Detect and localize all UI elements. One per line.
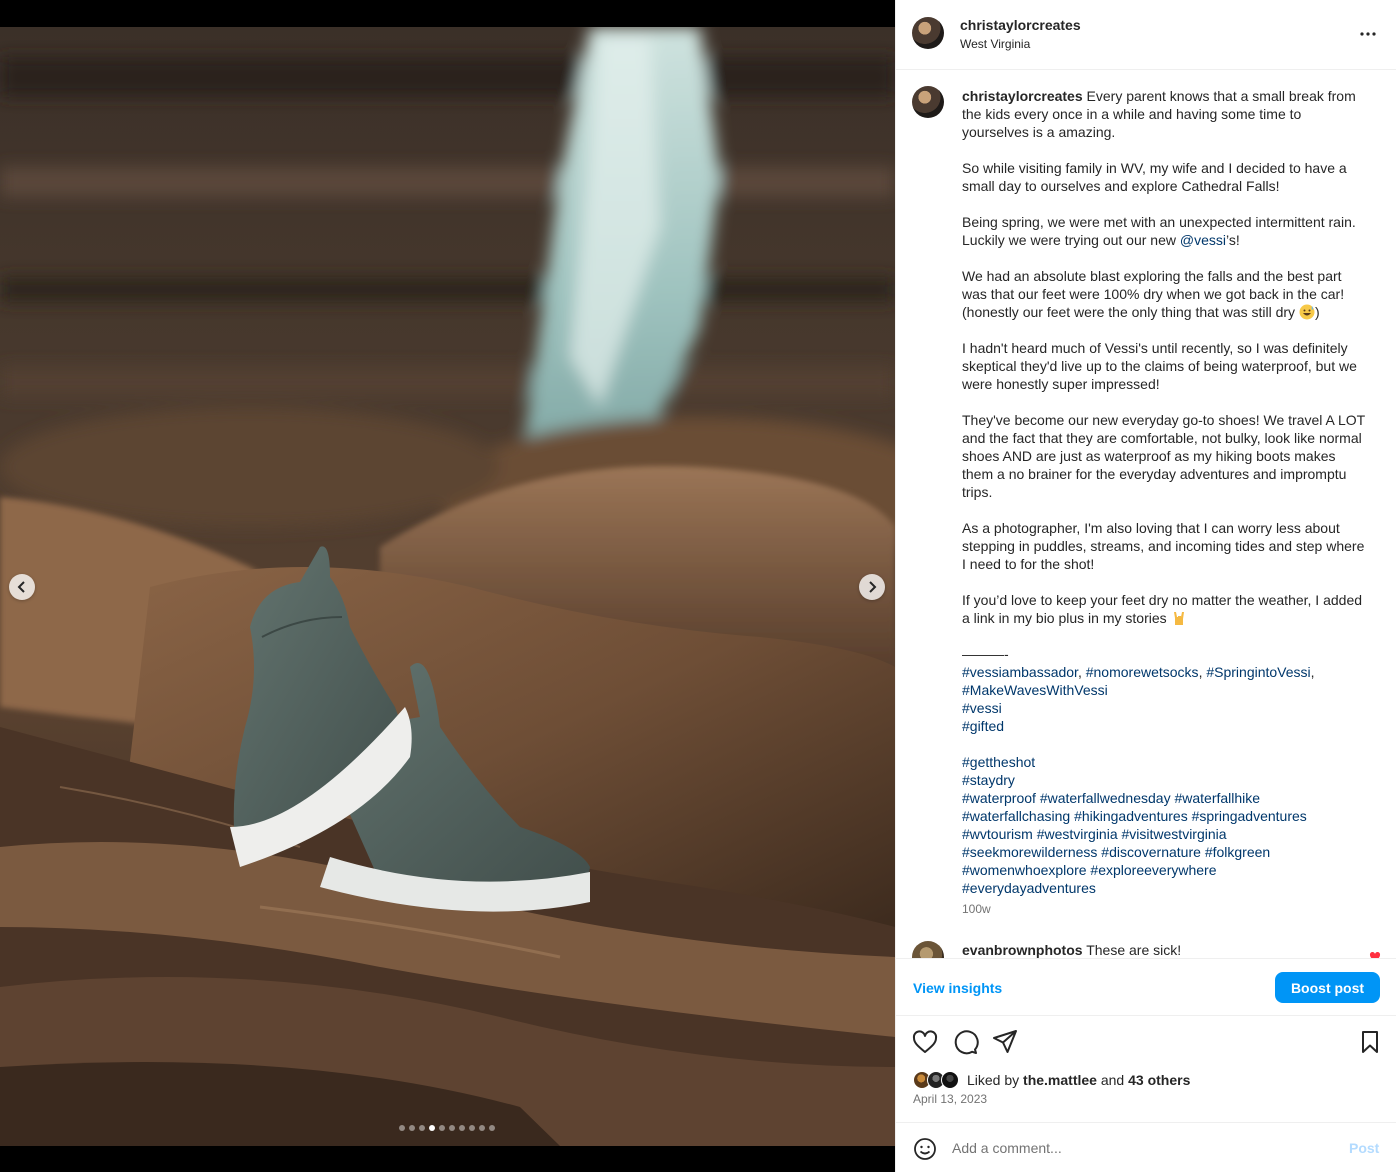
view-insights-link[interactable]: View insights xyxy=(913,980,1002,996)
add-comment-bar: Post xyxy=(896,1122,1396,1172)
carousel-dot xyxy=(469,1125,475,1131)
carousel-dot xyxy=(489,1125,495,1131)
post-username[interactable]: christaylorcreates xyxy=(960,17,1081,33)
post-comment-button[interactable]: Post xyxy=(1349,1140,1379,1156)
grinning-sweat-emoji-icon xyxy=(1299,304,1315,320)
likes-text: Liked by the.mattlee and 43 others xyxy=(967,1072,1190,1088)
liker-username[interactable]: the.mattlee xyxy=(1023,1072,1097,1088)
hashtag-link[interactable]: #hikingadventures xyxy=(1074,808,1188,824)
more-options-button[interactable] xyxy=(1355,22,1381,46)
likes-summary: Liked by the.mattlee and 43 others xyxy=(913,1071,1383,1089)
hashtag-link[interactable]: #exploreeverywhere xyxy=(1090,862,1216,878)
hashtag-link[interactable]: #springadventures xyxy=(1192,808,1307,824)
carousel-dots xyxy=(399,1125,495,1131)
carousel-dot xyxy=(449,1125,455,1131)
post-actions xyxy=(896,1028,1396,1058)
carousel-next-button[interactable] xyxy=(859,574,885,600)
hashtag-link[interactable]: #gettheshot xyxy=(962,754,1035,770)
carousel-dot xyxy=(419,1125,425,1131)
post-date[interactable]: April 13, 2023 xyxy=(913,1092,987,1106)
comment-input[interactable] xyxy=(952,1136,1332,1160)
emoji-face-icon[interactable] xyxy=(913,1137,937,1161)
caption-text: Every parent knows that a small break fr… xyxy=(962,88,1365,896)
post-side-panel: christaylorcreates West Virginia christa… xyxy=(895,0,1396,1172)
hashtag-link[interactable]: #SpringintoVessi xyxy=(1206,664,1310,680)
carousel-dot xyxy=(479,1125,485,1131)
chevron-right-icon xyxy=(869,581,877,593)
hashtag-link[interactable]: #folkgreen xyxy=(1205,844,1270,860)
hashtag-link[interactable]: #visitwestvirginia xyxy=(1122,826,1227,842)
liker-avatar xyxy=(941,1071,959,1089)
carousel-dot xyxy=(409,1125,415,1131)
hashtag-link[interactable]: #staydry xyxy=(962,772,1015,788)
rock-on-emoji-icon xyxy=(1171,610,1187,626)
hashtag-link[interactable]: #vessi xyxy=(962,700,1002,716)
comment-heart-icon[interactable] xyxy=(1369,951,1381,958)
hashtag-link[interactable]: #gifted xyxy=(962,718,1004,734)
carousel-prev-button[interactable] xyxy=(9,574,35,600)
comment-button[interactable] xyxy=(951,1028,979,1056)
post-location[interactable]: West Virginia xyxy=(960,37,1030,51)
heart-icon xyxy=(912,1030,938,1053)
comment-username[interactable]: evanbrownphotos xyxy=(962,942,1083,958)
hashtag-link[interactable]: #waterfallhike xyxy=(1174,790,1260,806)
caption-avatar[interactable] xyxy=(912,86,944,118)
share-plane-icon xyxy=(993,1030,1017,1053)
carousel-dot xyxy=(399,1125,405,1131)
comment-bubble-icon xyxy=(954,1030,979,1055)
hashtag-link[interactable]: #womenwhoexplore xyxy=(962,862,1087,878)
post-photo xyxy=(0,27,895,1146)
carousel-dot xyxy=(429,1125,435,1131)
hashtag-link[interactable]: #wvtourism xyxy=(962,826,1033,842)
media-panel xyxy=(0,0,895,1172)
carousel-dot xyxy=(439,1125,445,1131)
post-caption: christaylorcreates Every parent knows th… xyxy=(962,87,1368,897)
carousel-dot xyxy=(459,1125,465,1131)
likes-prefix: Liked by xyxy=(967,1072,1024,1088)
comment: evanbrownphotos These are sick! xyxy=(962,942,1181,958)
like-button[interactable] xyxy=(911,1028,939,1056)
insights-bar: View insights Boost post xyxy=(896,958,1396,1016)
share-button[interactable] xyxy=(991,1028,1019,1056)
comments-area[interactable]: christaylorcreates Every parent knows th… xyxy=(896,71,1396,958)
hashtag-link[interactable]: #everydayadventures xyxy=(962,880,1096,896)
more-options-icon xyxy=(1360,32,1376,36)
hashtag-link[interactable]: #westvirginia xyxy=(1037,826,1118,842)
mention-link[interactable]: @vessi xyxy=(1180,232,1226,248)
post-header: christaylorcreates West Virginia xyxy=(896,0,1396,70)
caption-age[interactable]: 100w xyxy=(962,902,991,916)
hashtag-link[interactable]: #MakeWavesWithVessi xyxy=(962,682,1108,698)
boost-post-button[interactable]: Boost post xyxy=(1275,972,1380,1003)
hashtag-link[interactable]: #waterfallwednesday xyxy=(1040,790,1171,806)
comment-body: These are sick! xyxy=(1086,942,1182,958)
caption-username[interactable]: christaylorcreates xyxy=(962,88,1083,104)
likes-middle: and xyxy=(1096,1072,1129,1088)
bookmark-icon xyxy=(1362,1031,1378,1053)
liker-avatars[interactable] xyxy=(913,1071,965,1089)
hashtag-link[interactable]: #waterfallchasing xyxy=(962,808,1070,824)
hashtag-link[interactable]: #nomorewetsocks xyxy=(1086,664,1199,680)
chevron-left-icon xyxy=(17,581,25,593)
hashtag-link[interactable]: #seekmorewilderness xyxy=(962,844,1097,860)
hashtag-link[interactable]: #vessiambassador xyxy=(962,664,1078,680)
avatar[interactable] xyxy=(912,17,944,49)
comment-avatar[interactable] xyxy=(912,941,944,958)
likes-others-link[interactable]: 43 others xyxy=(1128,1072,1190,1088)
save-button[interactable] xyxy=(1356,1028,1384,1056)
hashtag-link[interactable]: #waterproof xyxy=(962,790,1036,806)
hashtag-link[interactable]: #discovernature xyxy=(1101,844,1201,860)
